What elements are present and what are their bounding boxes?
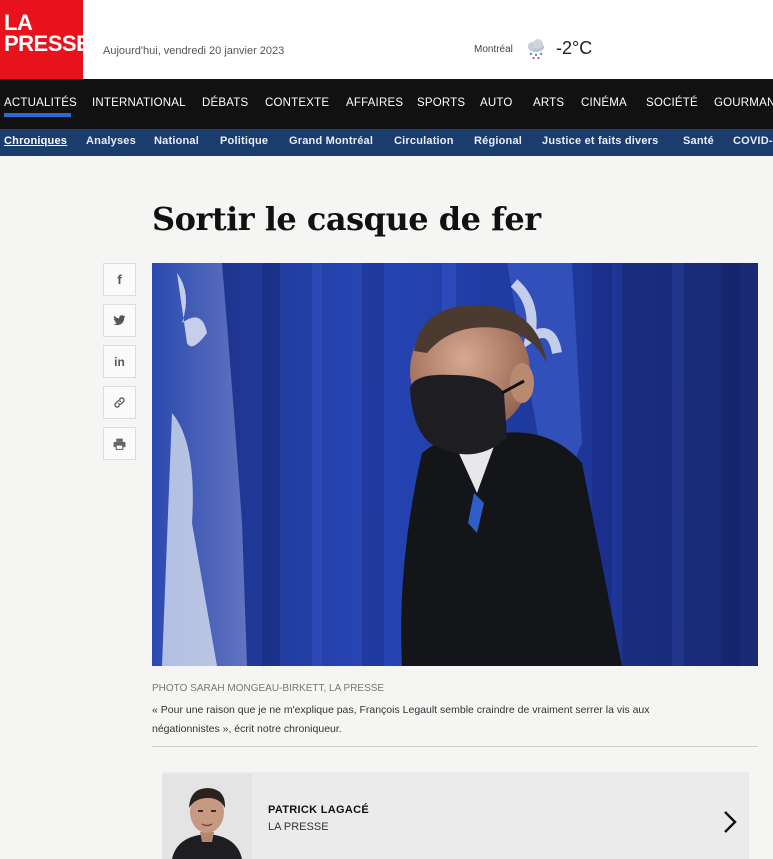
subnav-item-politique[interactable]: Politique <box>220 135 268 147</box>
nav-active-indicator <box>4 113 71 117</box>
share-facebook-button[interactable]: f <box>103 263 136 296</box>
nav-item-debats[interactable]: DÉBATS <box>202 97 248 109</box>
author-card[interactable]: PATRICK LAGACÉ LA PRESSE <box>162 772 749 859</box>
share-linkedin-button[interactable]: in <box>103 345 136 378</box>
subnav-item-national[interactable]: National <box>154 135 199 147</box>
main-nav: ACTUALITÉS INTERNATIONAL DÉBATS CONTEXTE… <box>0 79 773 129</box>
caption-line-2: négationnistes », écrit notre chroniqueu… <box>152 723 342 735</box>
site-logo[interactable]: LA PRESSE <box>0 0 91 79</box>
article-photo[interactable] <box>152 263 758 666</box>
sub-nav: Chroniques Analyses National Politique G… <box>0 129 773 156</box>
subnav-item-regional[interactable]: Régional <box>474 135 522 147</box>
subnav-item-justice[interactable]: Justice et faits divers <box>542 135 659 147</box>
nav-item-international[interactable]: INTERNATIONAL <box>92 97 186 109</box>
logo-line1: LA <box>4 10 33 35</box>
nav-item-affaires[interactable]: AFFAIRES <box>346 97 403 109</box>
nav-item-arts[interactable]: ARTS <box>533 97 564 109</box>
author-organization: LA PRESSE <box>268 821 329 833</box>
photo-caption: « Pour une raison que je ne m'explique p… <box>152 701 712 739</box>
site-header: LA PRESSE Aujourd'hui, vendredi 20 janvi… <box>0 0 773 79</box>
print-button[interactable] <box>103 427 136 460</box>
nav-item-sports[interactable]: SPORTS <box>417 97 465 109</box>
chevron-right-icon[interactable] <box>722 810 738 834</box>
link-icon <box>114 397 125 408</box>
weather-city: Montréal <box>474 44 513 55</box>
subnav-item-analyses[interactable]: Analyses <box>86 135 136 147</box>
nav-item-cinema[interactable]: CINÉMA <box>581 97 627 109</box>
nav-item-contexte[interactable]: CONTEXTE <box>265 97 329 109</box>
linkedin-icon: in <box>114 354 125 369</box>
temperature: -2°C <box>556 38 593 58</box>
divider <box>152 746 758 747</box>
nav-item-auto[interactable]: AUTO <box>480 97 513 109</box>
facebook-icon: f <box>117 272 122 287</box>
subnav-item-sante[interactable]: Santé <box>683 135 714 147</box>
nav-item-societe[interactable]: SOCIÉTÉ <box>646 97 698 109</box>
photo-credit: PHOTO SARAH MONGEAU-BIRKETT, LA PRESSE <box>152 683 385 694</box>
nav-item-actualites[interactable]: ACTUALITÉS <box>4 97 77 109</box>
print-icon <box>113 438 126 450</box>
share-twitter-button[interactable] <box>103 304 136 337</box>
caption-line-1: « Pour une raison que je ne m'explique p… <box>152 704 650 716</box>
author-avatar <box>162 774 252 859</box>
share-link-button[interactable] <box>103 386 136 419</box>
subnav-item-covid[interactable]: COVID- <box>733 135 773 147</box>
article-headline: Sortir le casque de fer <box>152 200 541 238</box>
twitter-icon <box>113 315 126 326</box>
photo-illustration <box>152 263 758 666</box>
subnav-item-circulation[interactable]: Circulation <box>394 135 454 147</box>
logo-line2: PRESSE <box>4 31 91 56</box>
author-name[interactable]: PATRICK LAGACÉ <box>268 804 369 816</box>
subnav-item-chroniques[interactable]: Chroniques <box>4 135 67 147</box>
snow-cloud-icon <box>528 39 544 60</box>
subnav-item-grand-montreal[interactable]: Grand Montréal <box>289 135 373 147</box>
nav-item-gourmand[interactable]: GOURMAND <box>714 97 773 109</box>
current-date: Aujourd'hui, vendredi 20 janvier 2023 <box>103 45 285 57</box>
